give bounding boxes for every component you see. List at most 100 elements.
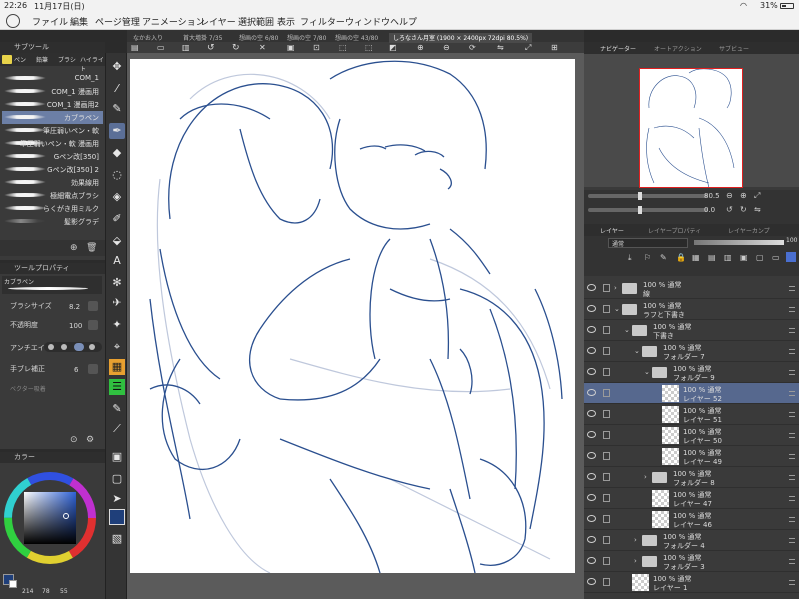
drag-handle-icon[interactable]: [789, 496, 795, 501]
menu-window[interactable]: ウィンドウ: [345, 15, 390, 28]
menu-selection[interactable]: 選択範囲: [238, 15, 274, 28]
layer-row[interactable]: 100 % 通常 レイヤー 52: [584, 383, 799, 404]
brush-item[interactable]: COM_1 漫画用2: [2, 98, 103, 111]
layer-lock-icon[interactable]: [603, 410, 610, 418]
fill-selection-icon[interactable]: ▣: [287, 43, 295, 52]
draft-icon[interactable]: ✎: [660, 253, 667, 262]
stabilization-value[interactable]: 6: [74, 366, 78, 374]
layer-folder-row[interactable]: › 100 % 通常線: [584, 278, 799, 299]
frame-icon[interactable]: ▦: [109, 359, 125, 375]
folder-toggle-icon[interactable]: ⌄: [634, 347, 640, 355]
tab-subview[interactable]: サブビュー: [719, 44, 749, 53]
visibility-eye-icon[interactable]: [587, 431, 596, 438]
drag-handle-icon[interactable]: [789, 307, 795, 312]
main-color-tool-swatch[interactable]: [109, 509, 125, 525]
drawing-canvas[interactable]: [130, 59, 575, 573]
layer-row[interactable]: 100 % 通常 レイヤー 1: [584, 572, 799, 593]
fit-icon[interactable]: ⤢: [525, 43, 531, 53]
brush-size-value[interactable]: 8.2: [69, 303, 80, 311]
fill-icon[interactable]: ◈: [109, 189, 125, 205]
menu-help[interactable]: ヘルプ: [390, 15, 417, 28]
folder-toggle-icon[interactable]: ›: [634, 557, 637, 565]
rotate-icon[interactable]: ⟳: [469, 43, 476, 52]
zoom-slider[interactable]: [588, 194, 708, 198]
layer-lock-icon[interactable]: [603, 494, 610, 502]
add-subtool-icon[interactable]: ⊕: [70, 243, 78, 253]
tab-layer[interactable]: レイヤー: [600, 226, 624, 235]
open-icon[interactable]: ▭: [157, 43, 165, 52]
layer-lock-icon[interactable]: [603, 557, 610, 565]
layer-folder-row[interactable]: ⌄ 100 % 通常 フォルダー 7: [584, 341, 799, 362]
menu-view[interactable]: 表示: [277, 15, 295, 28]
tab-layer-property[interactable]: レイヤープロパティ: [648, 226, 701, 235]
new-layer-icon[interactable]: ▢: [756, 253, 764, 262]
layer-lock-icon[interactable]: [603, 326, 610, 334]
eyedropper-icon[interactable]: ⁄: [109, 81, 125, 97]
menu-filter[interactable]: フィルター: [300, 15, 345, 28]
visibility-eye-icon[interactable]: [587, 347, 596, 354]
menu-layer[interactable]: レイヤー: [200, 15, 236, 28]
drag-handle-icon[interactable]: [789, 286, 795, 291]
lock-icon[interactable]: 🔒: [676, 253, 686, 262]
visibility-eye-icon[interactable]: [587, 452, 596, 459]
subtool-tab-brush[interactable]: ブラシ: [58, 55, 76, 64]
gradient-icon[interactable]: ✈: [109, 295, 125, 311]
pen-tool-icon[interactable]: ✎: [109, 101, 125, 117]
folder-toggle-icon[interactable]: ›: [634, 536, 637, 544]
sub-color-swatch[interactable]: [9, 580, 17, 588]
visibility-eye-icon[interactable]: [587, 326, 596, 333]
drag-handle-icon[interactable]: [789, 538, 795, 543]
move-icon[interactable]: ✥: [109, 59, 125, 75]
layer-folder-row[interactable]: ⌄ 100 % 通常 ラフと下書き: [584, 299, 799, 320]
visibility-eye-icon[interactable]: [587, 515, 596, 522]
visibility-eye-icon[interactable]: [587, 389, 596, 396]
sparkle-icon[interactable]: ✦: [109, 317, 125, 333]
lasso-icon[interactable]: ◌: [109, 167, 125, 183]
navigator-viewport-frame[interactable]: [639, 68, 743, 188]
aa-weak-icon[interactable]: [61, 344, 67, 350]
folder-toggle-icon[interactable]: ⌄: [614, 305, 620, 313]
invert-selection-icon[interactable]: ◩: [389, 43, 397, 52]
drag-handle-icon[interactable]: [789, 517, 795, 522]
zoom-slider-knob[interactable]: [638, 192, 642, 200]
save-icon[interactable]: ▥: [182, 43, 190, 52]
zoom-out-icon[interactable]: ⊖: [443, 43, 450, 52]
subtool-tab-pen[interactable]: ペン: [14, 55, 26, 64]
rotate-right-icon[interactable]: ↻: [740, 205, 747, 214]
layer-menu-icon[interactable]: [786, 252, 796, 262]
layer-lock-icon[interactable]: [603, 347, 610, 355]
visibility-eye-icon[interactable]: [587, 473, 596, 480]
tab-auto-action[interactable]: オートアクション: [654, 44, 702, 53]
layer-lock-icon[interactable]: [603, 536, 610, 544]
brush-item[interactable]: 髪影グラデ: [2, 215, 103, 228]
brush-item[interactable]: 筆圧弱いペン・軟 漫画用: [2, 137, 103, 150]
visibility-eye-icon[interactable]: [587, 305, 596, 312]
color-wheel[interactable]: [2, 468, 102, 578]
document-tab[interactable]: 想画の空 43/80: [335, 33, 378, 43]
visibility-eye-icon[interactable]: [587, 410, 596, 417]
layer-row[interactable]: 100 % 通常 レイヤー 46: [584, 509, 799, 530]
pen-tab-icon[interactable]: [2, 55, 12, 64]
visibility-eye-icon[interactable]: [587, 284, 596, 291]
layer-lock-icon[interactable]: [603, 452, 610, 460]
zoom-in-nav-icon[interactable]: ⊕: [740, 191, 747, 200]
layer-color-icon[interactable]: ▥: [724, 253, 732, 262]
visibility-eye-icon[interactable]: [587, 536, 596, 543]
figure-icon[interactable]: ⌖: [109, 339, 125, 355]
delete-subtool-icon[interactable]: 🗑: [86, 243, 97, 253]
subtool-tab-pencil[interactable]: 鉛筆: [36, 55, 48, 64]
brush-size-stepper[interactable]: [88, 301, 98, 311]
drag-handle-icon[interactable]: [789, 370, 795, 375]
eraser-icon[interactable]: ◆: [109, 145, 125, 161]
zoom-in-icon[interactable]: ⊕: [417, 43, 424, 52]
drag-handle-icon[interactable]: [789, 454, 795, 459]
brush-item[interactable]: 筆圧弱いペン・軟: [2, 124, 103, 137]
flip-nav-icon[interactable]: ⇋: [754, 205, 761, 214]
grid-icon[interactable]: ⊞: [551, 43, 558, 52]
layer-lock-icon[interactable]: [603, 515, 610, 523]
layer-lock-icon[interactable]: [603, 473, 610, 481]
mask-icon[interactable]: ▤: [708, 253, 716, 262]
rotate-left-icon[interactable]: ↺: [726, 205, 733, 214]
reference-icon[interactable]: ⚐: [644, 253, 651, 262]
brush-item[interactable]: らくがき用ミルク: [2, 202, 103, 215]
